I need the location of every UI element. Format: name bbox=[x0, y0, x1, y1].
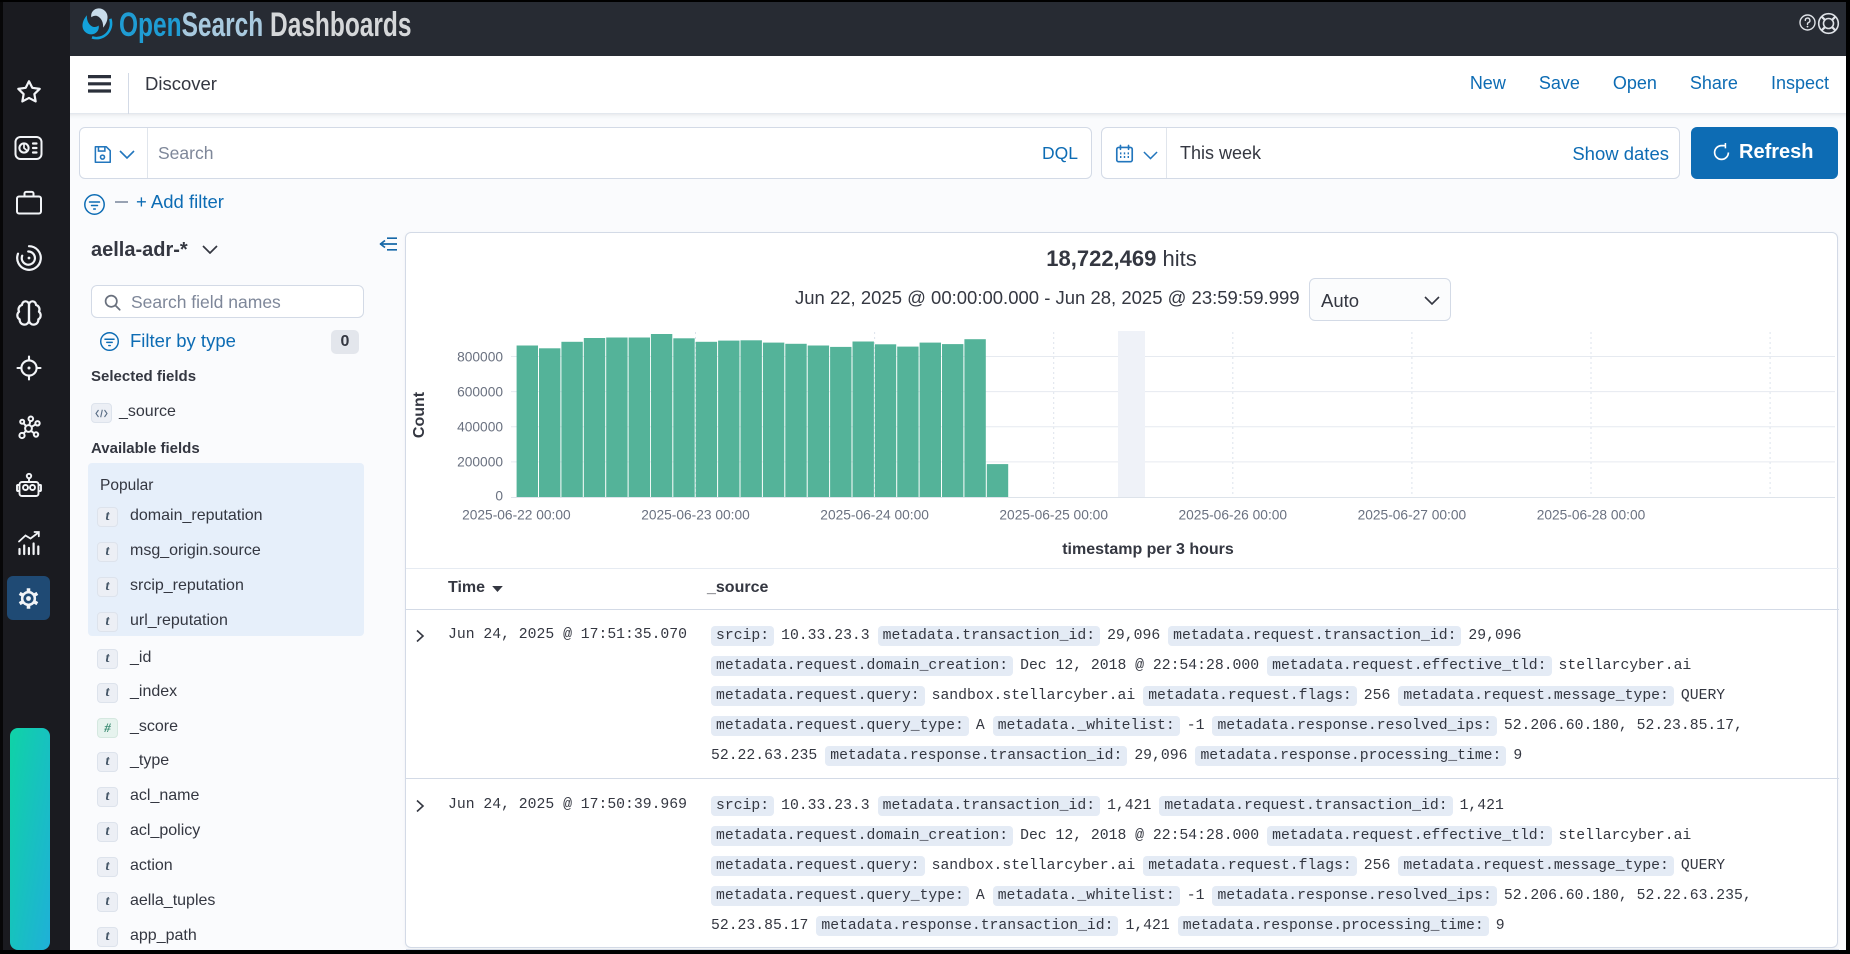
svg-text:2025-06-26 00:00: 2025-06-26 00:00 bbox=[1179, 508, 1288, 523]
svg-text:400000: 400000 bbox=[457, 420, 503, 435]
svg-text:2025-06-27 00:00: 2025-06-27 00:00 bbox=[1358, 508, 1467, 523]
svg-text:2025-06-25 00:00: 2025-06-25 00:00 bbox=[999, 508, 1108, 523]
svg-text:600000: 600000 bbox=[457, 384, 503, 399]
svg-text:800000: 800000 bbox=[457, 349, 503, 364]
svg-text:2025-06-23 00:00: 2025-06-23 00:00 bbox=[641, 508, 750, 523]
svg-text:timestamp per 3 hours: timestamp per 3 hours bbox=[1062, 541, 1234, 558]
svg-text:0: 0 bbox=[495, 489, 503, 504]
svg-text:Count: Count bbox=[411, 391, 428, 438]
svg-text:200000: 200000 bbox=[457, 455, 503, 470]
svg-text:2025-06-22 00:00: 2025-06-22 00:00 bbox=[462, 508, 571, 523]
svg-text:2025-06-24 00:00: 2025-06-24 00:00 bbox=[820, 508, 929, 523]
svg-text:2025-06-28 00:00: 2025-06-28 00:00 bbox=[1537, 508, 1646, 523]
